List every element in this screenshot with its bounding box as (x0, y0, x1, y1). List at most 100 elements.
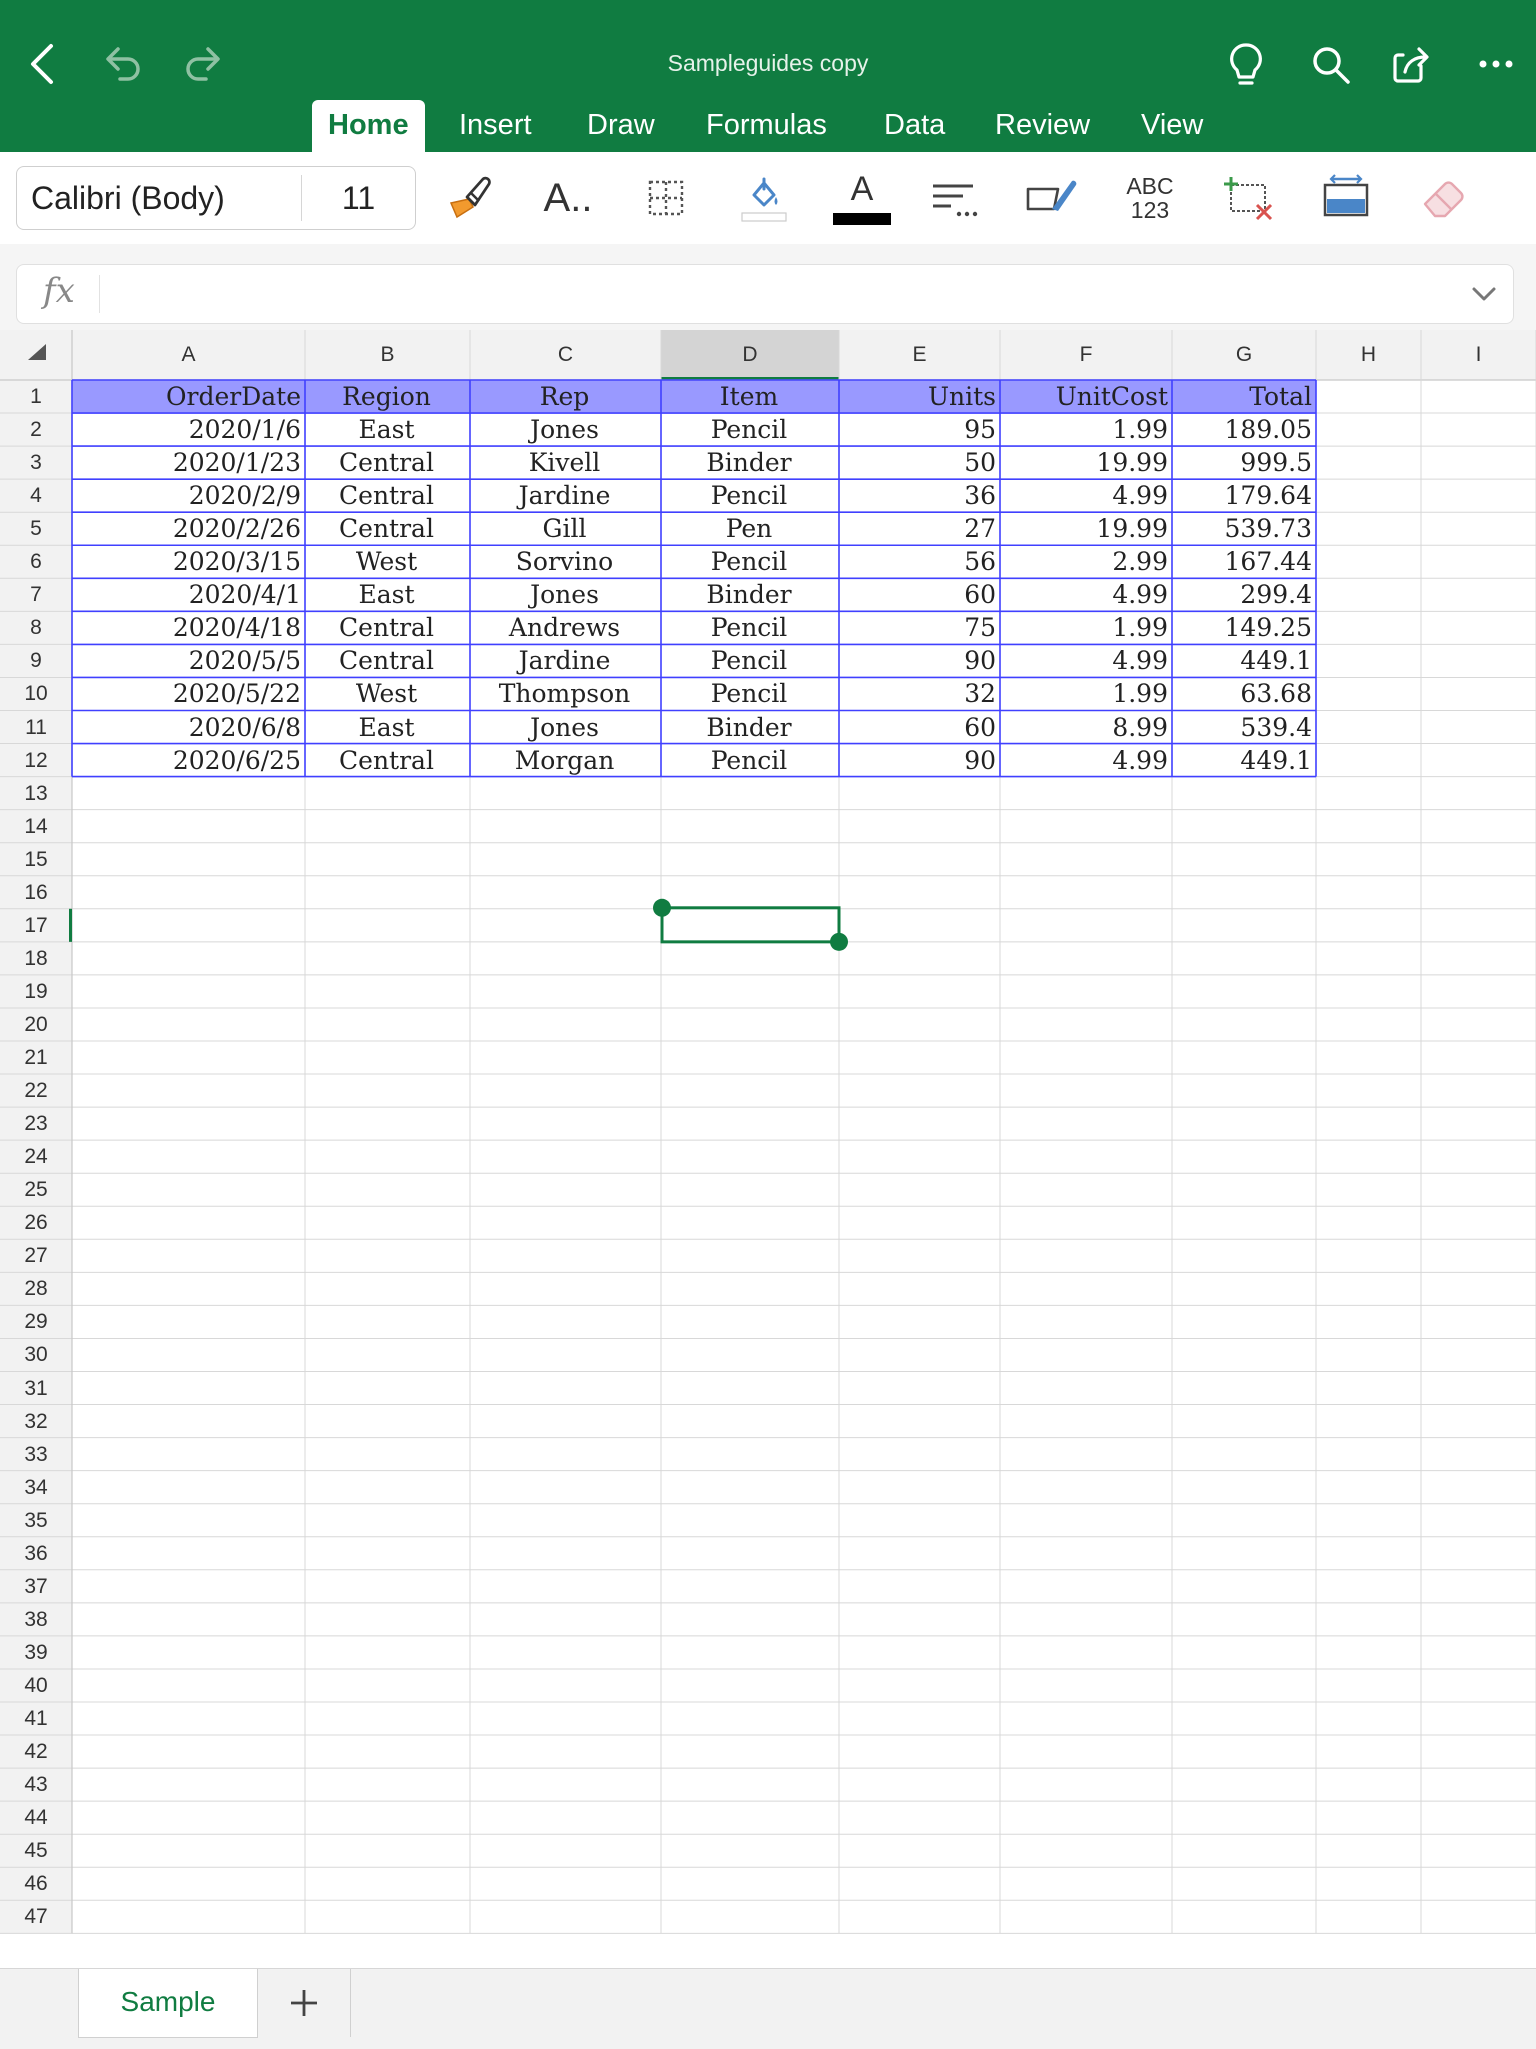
table-cell[interactable]: Pencil (663, 676, 835, 712)
row-header-21[interactable]: 21 (0, 1041, 72, 1074)
row-header-31[interactable]: 31 (0, 1372, 72, 1405)
table-cell[interactable]: 27 (841, 511, 996, 547)
column-header-i[interactable]: I (1421, 330, 1536, 380)
row-header-32[interactable]: 32 (0, 1405, 72, 1438)
row-header-5[interactable]: 5 (0, 512, 72, 545)
column-header-d[interactable]: D (661, 330, 839, 380)
table-cell[interactable]: 2.99 (1002, 544, 1168, 580)
number-format-icon[interactable]: ABC 123 (1118, 166, 1182, 230)
table-cell[interactable]: 2020/6/8 (74, 710, 301, 746)
font-color-icon[interactable]: A (830, 166, 894, 230)
formula-bar[interactable]: fx (16, 264, 1514, 324)
table-cell[interactable]: 1.99 (1002, 676, 1168, 712)
table-cell[interactable]: East (307, 710, 466, 746)
table-header-cell[interactable]: Rep (472, 379, 657, 415)
row-header-3[interactable]: 3 (0, 446, 72, 479)
row-header-18[interactable]: 18 (0, 942, 72, 975)
row-header-10[interactable]: 10 (0, 677, 72, 710)
table-cell[interactable]: Jones (472, 710, 657, 746)
row-header-37[interactable]: 37 (0, 1570, 72, 1603)
clear-icon[interactable] (1412, 166, 1476, 230)
table-cell[interactable]: 539.4 (1174, 710, 1312, 746)
row-header-34[interactable]: 34 (0, 1471, 72, 1504)
table-cell[interactable]: 50 (841, 445, 996, 481)
table-cell[interactable]: 1.99 (1002, 610, 1168, 646)
table-cell[interactable]: Pencil (663, 610, 835, 646)
format-cells-icon[interactable] (1314, 166, 1378, 230)
undo-icon[interactable] (98, 38, 146, 88)
table-cell[interactable]: 2020/1/23 (74, 445, 301, 481)
row-header-43[interactable]: 43 (0, 1768, 72, 1801)
table-cell[interactable]: Sorvino (472, 544, 657, 580)
row-header-46[interactable]: 46 (0, 1867, 72, 1900)
table-cell[interactable]: 299.4 (1174, 577, 1312, 613)
alignment-icon[interactable] (922, 166, 986, 230)
row-header-33[interactable]: 33 (0, 1438, 72, 1471)
row-header-42[interactable]: 42 (0, 1735, 72, 1768)
font-name-dropdown[interactable]: Calibri (Body) (31, 167, 225, 229)
row-header-30[interactable]: 30 (0, 1338, 72, 1371)
table-cell[interactable]: Central (307, 445, 466, 481)
table-cell[interactable]: Central (307, 511, 466, 547)
table-cell[interactable]: Kivell (472, 445, 657, 481)
row-header-9[interactable]: 9 (0, 644, 72, 677)
table-cell[interactable]: 56 (841, 544, 996, 580)
row-header-2[interactable]: 2 (0, 413, 72, 446)
table-cell[interactable]: 95 (841, 412, 996, 448)
row-header-24[interactable]: 24 (0, 1140, 72, 1173)
column-header-g[interactable]: G (1172, 330, 1316, 380)
table-cell[interactable]: 179.64 (1174, 478, 1312, 514)
table-header-cell[interactable]: OrderDate (74, 379, 301, 415)
table-cell[interactable]: Central (307, 643, 466, 679)
table-cell[interactable]: 4.99 (1002, 743, 1168, 779)
column-header-a[interactable]: A (72, 330, 305, 380)
row-header-35[interactable]: 35 (0, 1504, 72, 1537)
tab-data[interactable]: Data (868, 100, 961, 152)
row-header-45[interactable]: 45 (0, 1834, 72, 1867)
table-cell[interactable]: Pencil (663, 544, 835, 580)
redo-icon[interactable] (180, 38, 228, 88)
row-header-44[interactable]: 44 (0, 1801, 72, 1834)
share-icon[interactable] (1390, 40, 1436, 90)
row-header-6[interactable]: 6 (0, 545, 72, 578)
row-header-4[interactable]: 4 (0, 479, 72, 512)
table-cell[interactable]: 2020/4/1 (74, 577, 301, 613)
row-header-22[interactable]: 22 (0, 1074, 72, 1107)
table-cell[interactable]: 60 (841, 577, 996, 613)
table-cell[interactable]: Central (307, 610, 466, 646)
row-header-14[interactable]: 14 (0, 810, 72, 843)
row-header-23[interactable]: 23 (0, 1107, 72, 1140)
chevron-down-icon[interactable] (1469, 279, 1499, 309)
row-header-36[interactable]: 36 (0, 1537, 72, 1570)
table-cell[interactable]: East (307, 577, 466, 613)
table-cell[interactable]: 539.73 (1174, 511, 1312, 547)
table-cell[interactable]: 4.99 (1002, 643, 1168, 679)
table-cell[interactable]: 4.99 (1002, 577, 1168, 613)
tab-draw[interactable]: Draw (571, 100, 671, 152)
table-cell[interactable]: 2020/1/6 (74, 412, 301, 448)
table-cell[interactable]: West (307, 544, 466, 580)
table-cell[interactable]: Jones (472, 577, 657, 613)
table-cell[interactable]: 75 (841, 610, 996, 646)
selection-handle-end[interactable] (830, 932, 848, 951)
row-header-8[interactable]: 8 (0, 611, 72, 644)
table-cell[interactable]: Andrews (472, 610, 657, 646)
table-cell[interactable]: 36 (841, 478, 996, 514)
table-cell[interactable]: 90 (841, 743, 996, 779)
spreadsheet-grid[interactable]: A B C D E F G H I 1 2 3 4 5 6 7 8 9 10 11 12 13 14 15 16 17 18 19 20… (0, 330, 1536, 1968)
back-icon[interactable] (20, 38, 64, 90)
row-header-16[interactable]: 16 (0, 876, 72, 909)
table-cell[interactable]: 2020/2/26 (74, 511, 301, 547)
table-cell[interactable]: Jardine (472, 643, 657, 679)
table-cell[interactable]: 4.99 (1002, 478, 1168, 514)
table-header-cell[interactable]: Region (307, 379, 466, 415)
table-cell[interactable]: 449.1 (1174, 643, 1312, 679)
table-cell[interactable]: Jardine (472, 478, 657, 514)
table-cell[interactable]: 19.99 (1002, 511, 1168, 547)
table-cell[interactable]: 449.1 (1174, 743, 1312, 779)
table-header-cell[interactable]: Item (663, 379, 835, 415)
table-cell[interactable]: Binder (663, 445, 835, 481)
row-header-7[interactable]: 7 (0, 578, 72, 611)
font-size-dropdown[interactable]: 11 (302, 167, 415, 229)
sheet-tab-sample[interactable]: Sample (78, 1969, 258, 2038)
